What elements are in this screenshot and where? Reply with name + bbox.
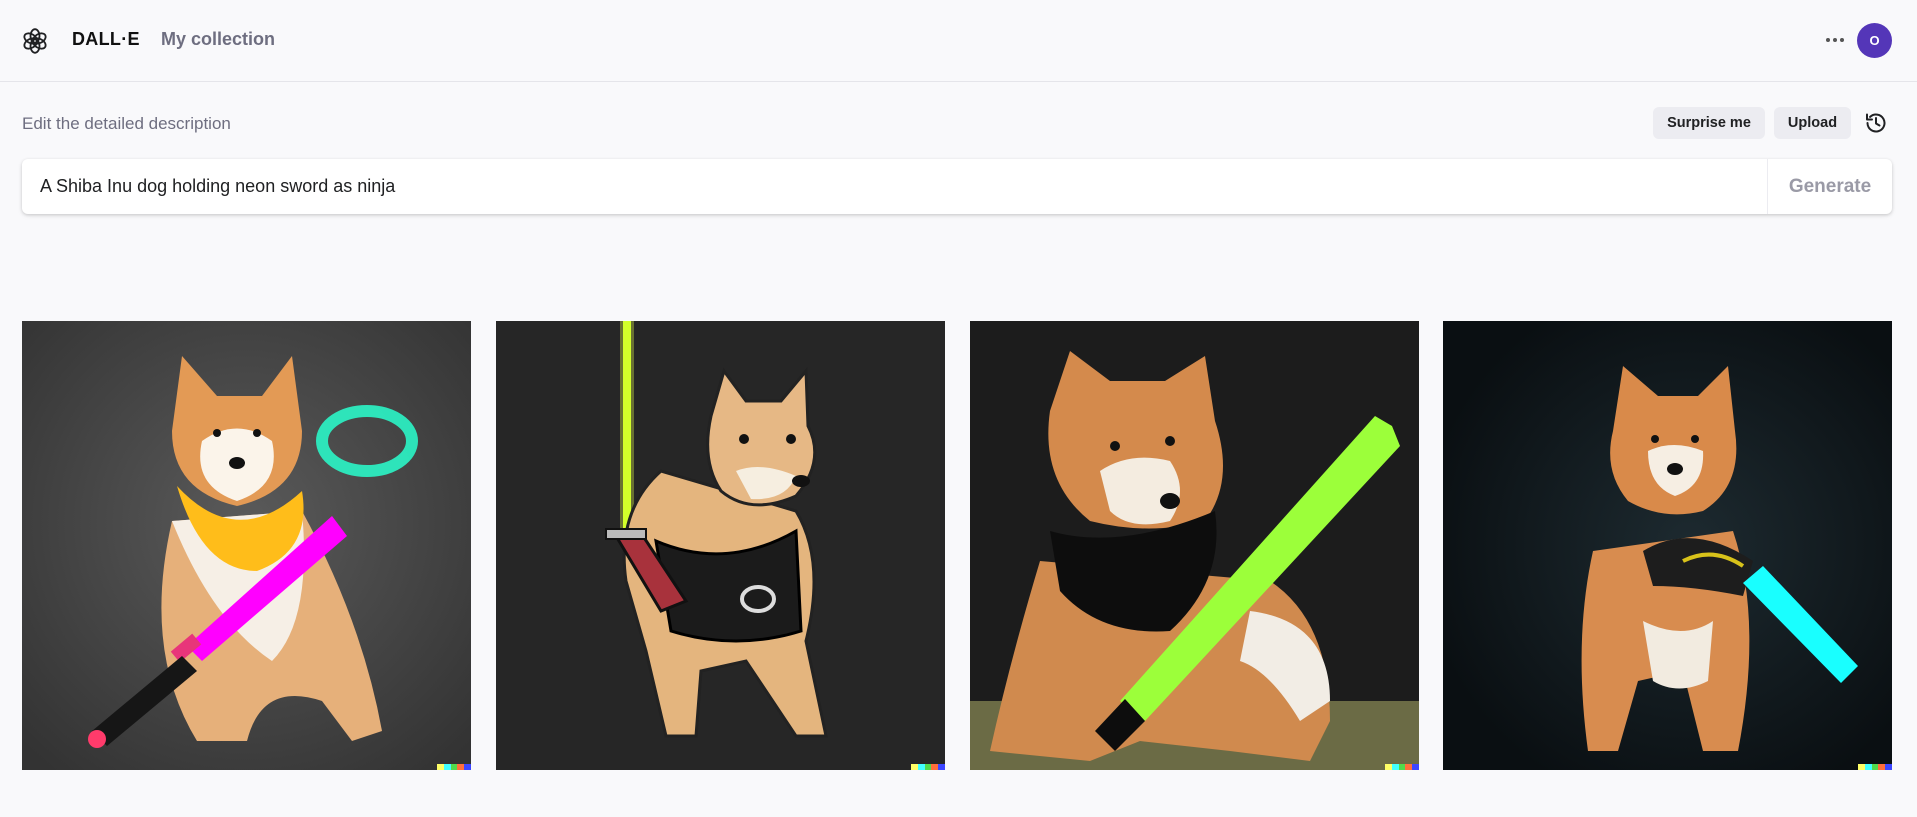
result-image-4[interactable] bbox=[1443, 321, 1892, 770]
prompt-input[interactable] bbox=[22, 159, 1767, 214]
dalle-signature bbox=[437, 764, 471, 770]
upload-button[interactable]: Upload bbox=[1774, 107, 1851, 139]
openai-logo-icon[interactable] bbox=[21, 27, 49, 55]
history-icon[interactable] bbox=[1862, 109, 1890, 137]
top-bar: DALL·E My collection O bbox=[0, 0, 1917, 82]
dalle-signature bbox=[911, 764, 945, 770]
result-image-4-picture bbox=[1443, 321, 1892, 770]
prompt-bar: Generate bbox=[22, 159, 1892, 214]
user-avatar[interactable]: O bbox=[1857, 23, 1892, 58]
app-title[interactable]: DALL·E bbox=[72, 29, 140, 50]
image-results-grid bbox=[22, 321, 1892, 770]
my-collection-link[interactable]: My collection bbox=[161, 29, 275, 50]
generate-button[interactable]: Generate bbox=[1767, 159, 1892, 214]
more-options-icon[interactable] bbox=[1822, 27, 1848, 53]
result-image-2-picture bbox=[496, 321, 945, 770]
edit-description-label: Edit the detailed description bbox=[22, 114, 231, 133]
dalle-signature bbox=[1385, 764, 1419, 770]
result-image-1[interactable] bbox=[22, 321, 471, 770]
result-image-2[interactable] bbox=[496, 321, 945, 770]
result-image-3[interactable] bbox=[970, 321, 1419, 770]
dalle-signature bbox=[1858, 764, 1892, 770]
surprise-me-button[interactable]: Surprise me bbox=[1653, 107, 1765, 139]
result-image-1-picture bbox=[22, 321, 471, 770]
result-image-3-picture bbox=[970, 321, 1419, 770]
